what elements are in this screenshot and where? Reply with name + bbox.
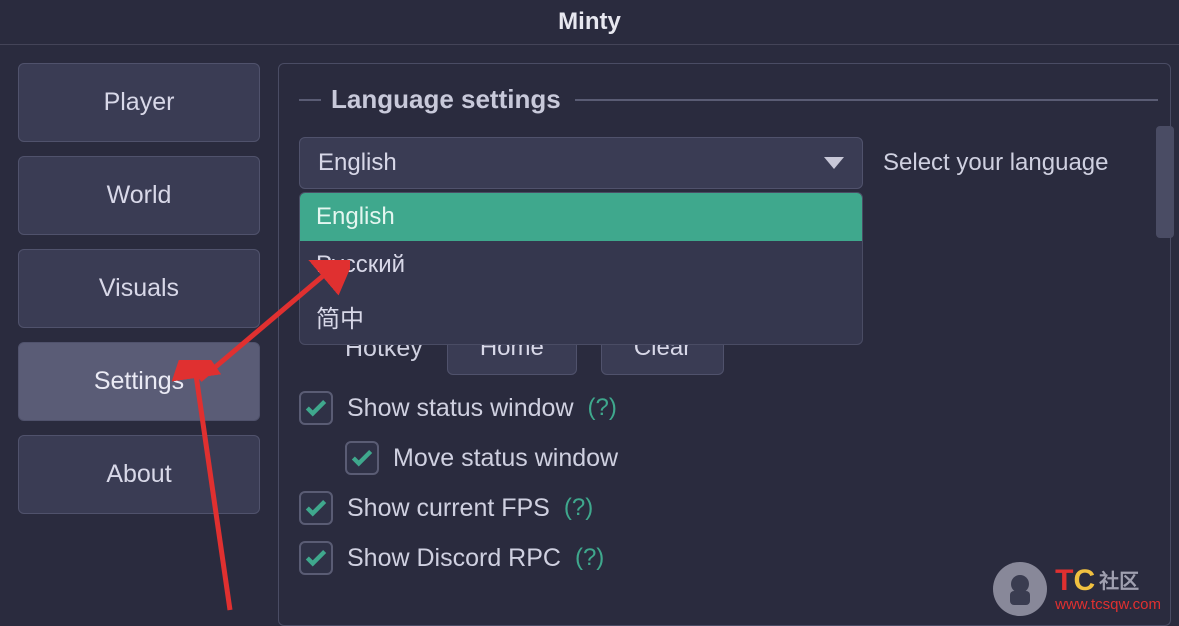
sidebar: Player World Visuals Settings About: [18, 63, 260, 626]
help-icon[interactable]: (?): [575, 544, 604, 572]
show-current-fps-row: Show current FPS (?): [299, 491, 1158, 525]
language-select-label: Select your language: [883, 149, 1109, 177]
show-status-window-label: Show status window: [347, 394, 574, 423]
help-icon[interactable]: (?): [564, 494, 593, 522]
move-status-window-label: Move status window: [393, 444, 618, 473]
help-icon[interactable]: (?): [588, 394, 617, 422]
chevron-down-icon: [824, 157, 844, 169]
language-select[interactable]: English: [299, 137, 863, 189]
divider: [575, 99, 1158, 101]
sidebar-item-settings[interactable]: Settings: [18, 342, 260, 421]
main-panel: Language settings English Select your la…: [278, 63, 1171, 626]
show-discord-rpc-checkbox[interactable]: [299, 541, 333, 575]
show-current-fps-checkbox[interactable]: [299, 491, 333, 525]
show-current-fps-label: Show current FPS: [347, 494, 550, 523]
divider: [299, 99, 321, 101]
language-option-russian[interactable]: Русский: [300, 241, 862, 289]
show-status-window-checkbox[interactable]: [299, 391, 333, 425]
language-select-value: English: [318, 149, 397, 177]
scrollbar[interactable]: [1156, 126, 1174, 238]
check-icon: [349, 445, 375, 471]
show-status-window-row: Show status window (?): [299, 391, 1158, 425]
move-status-window-row: Move status window: [345, 441, 1158, 475]
move-status-window-checkbox[interactable]: [345, 441, 379, 475]
language-option-chinese[interactable]: 简中: [300, 289, 862, 344]
sidebar-item-visuals[interactable]: Visuals: [18, 249, 260, 328]
language-dropdown: English Русский 简中: [299, 192, 863, 345]
section-title: Language settings: [331, 84, 561, 115]
sidebar-item-world[interactable]: World: [18, 156, 260, 235]
sidebar-item-player[interactable]: Player: [18, 63, 260, 142]
watermark: TC社区 www.tcsqw.com: [993, 562, 1161, 616]
language-option-english[interactable]: English: [300, 193, 862, 241]
check-icon: [303, 495, 329, 521]
sidebar-item-about[interactable]: About: [18, 435, 260, 514]
check-icon: [303, 395, 329, 421]
show-discord-rpc-label: Show Discord RPC: [347, 544, 561, 573]
app-title: Minty: [0, 0, 1179, 45]
watermark-logo-icon: [993, 562, 1047, 616]
watermark-url: www.tcsqw.com: [1055, 597, 1161, 614]
check-icon: [303, 545, 329, 571]
watermark-brand: TC社区: [1055, 564, 1161, 597]
